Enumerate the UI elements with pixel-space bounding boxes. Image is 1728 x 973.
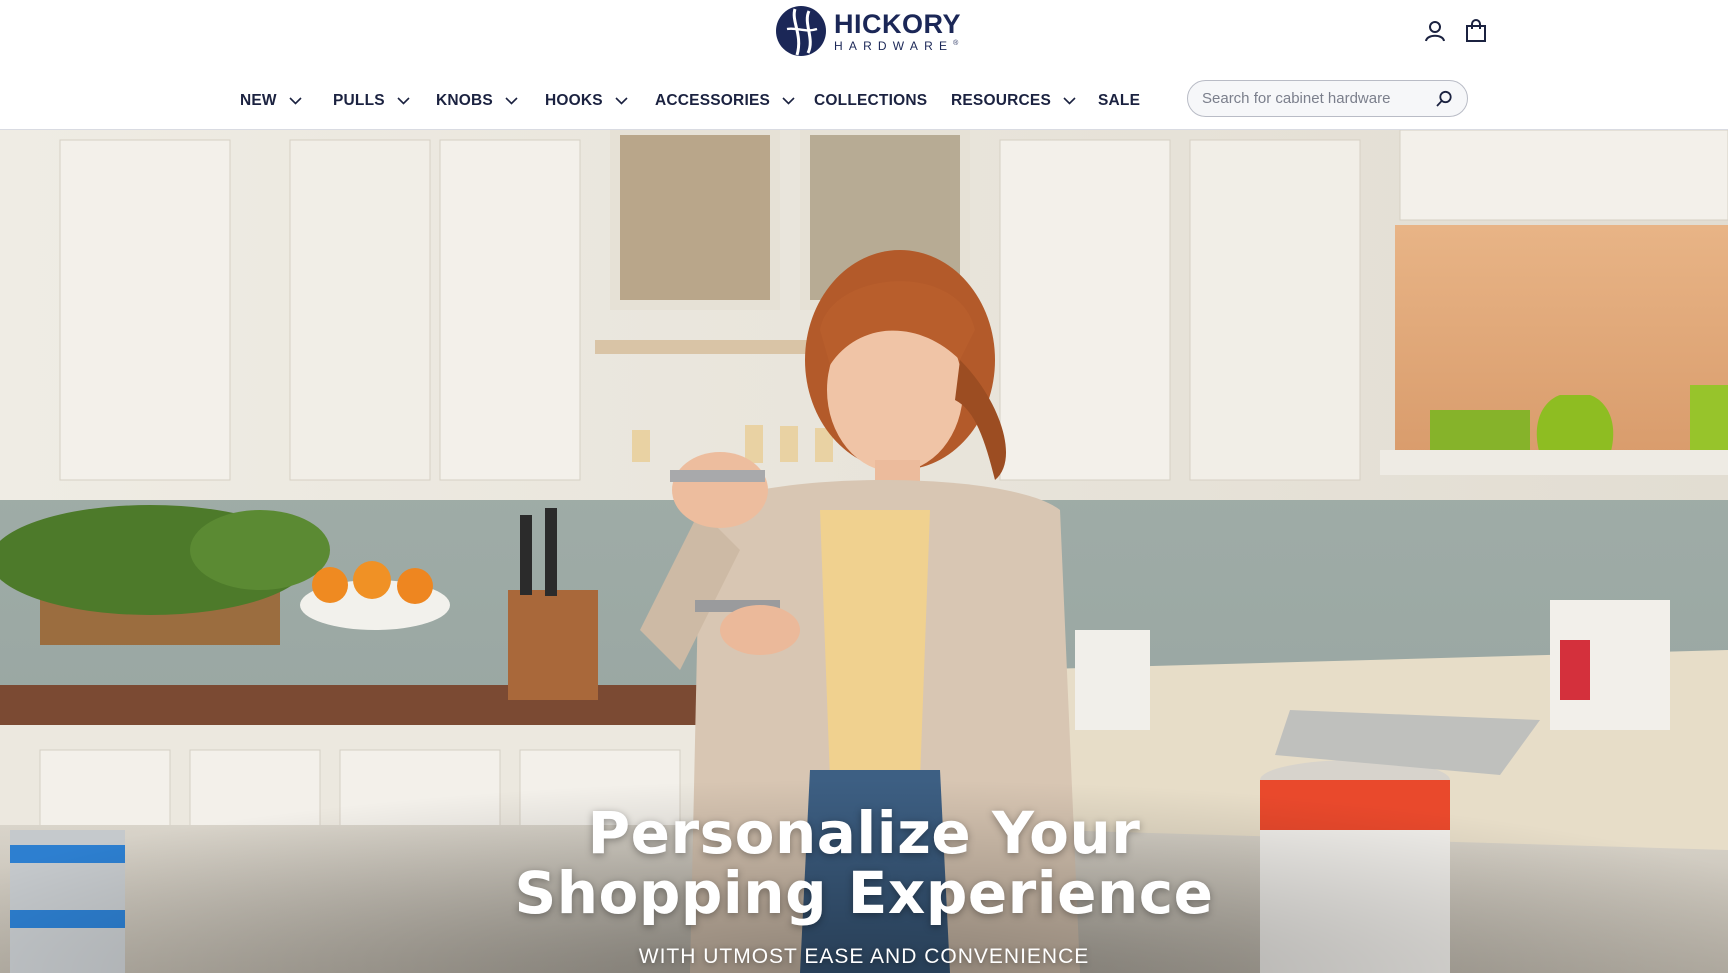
nav-item-label: SALE <box>1098 92 1141 109</box>
nav-item-label: RESOURCES <box>951 92 1051 109</box>
shopping-bag-icon[interactable] <box>1465 19 1487 43</box>
search-box <box>1187 80 1468 117</box>
chevron-down-icon <box>397 97 410 105</box>
hero-title-line1: Personalize Your <box>587 799 1141 867</box>
hickory-leaf-icon <box>776 6 826 56</box>
brand-wordmark: HICKORY HARDWARE® <box>834 8 962 52</box>
nav-item-collections[interactable]: COLLECTIONS <box>814 87 927 115</box>
hero-title-line2: Shopping Experience <box>514 859 1214 927</box>
brand-name-line2-text: HARDWARE <box>834 38 954 53</box>
nav-item-label: NEW <box>240 92 277 109</box>
chevron-down-icon <box>505 97 518 105</box>
nav-item-accessories[interactable]: ACCESSORIES <box>655 87 795 115</box>
site-header: HICKORY HARDWARE® NEW PULLS KNOBS HOOKS … <box>0 0 1728 130</box>
hero-title: Personalize Your Shopping Experience <box>0 803 1728 923</box>
hero-banner: Personalize Your Shopping Experience WIT… <box>0 130 1728 973</box>
trademark-symbol: ® <box>953 39 959 47</box>
nav-item-sale[interactable]: SALE <box>1098 87 1140 115</box>
chevron-down-icon <box>615 97 628 105</box>
chevron-down-icon <box>289 97 302 105</box>
chevron-down-icon <box>1063 97 1076 105</box>
user-icon[interactable] <box>1424 20 1446 42</box>
search-input[interactable] <box>1202 90 1422 107</box>
chevron-down-icon <box>782 97 795 105</box>
nav-item-label: ACCESSORIES <box>655 92 771 109</box>
nav-item-label: COLLECTIONS <box>814 92 928 109</box>
brand-name-line2: HARDWARE® <box>834 40 961 52</box>
hero-subtitle: WITH UTMOST EASE AND CONVENIENCE <box>638 945 1090 968</box>
brand-name-line1: HICKORY <box>834 8 962 39</box>
main-nav: NEW PULLS KNOBS HOOKS ACCESSORIES COLLEC… <box>0 87 1728 115</box>
nav-item-label: KNOBS <box>436 92 493 109</box>
nav-item-label: HOOKS <box>545 92 603 109</box>
nav-item-hooks[interactable]: HOOKS <box>545 87 628 115</box>
brand-logo[interactable]: HICKORY HARDWARE® <box>775 5 961 57</box>
nav-item-knobs[interactable]: KNOBS <box>436 87 518 115</box>
nav-item-resources[interactable]: RESOURCES <box>951 87 1076 115</box>
nav-item-label: PULLS <box>333 92 385 109</box>
search-icon[interactable] <box>1435 90 1453 108</box>
nav-item-pulls[interactable]: PULLS <box>333 87 410 115</box>
nav-item-new[interactable]: NEW <box>240 87 302 115</box>
